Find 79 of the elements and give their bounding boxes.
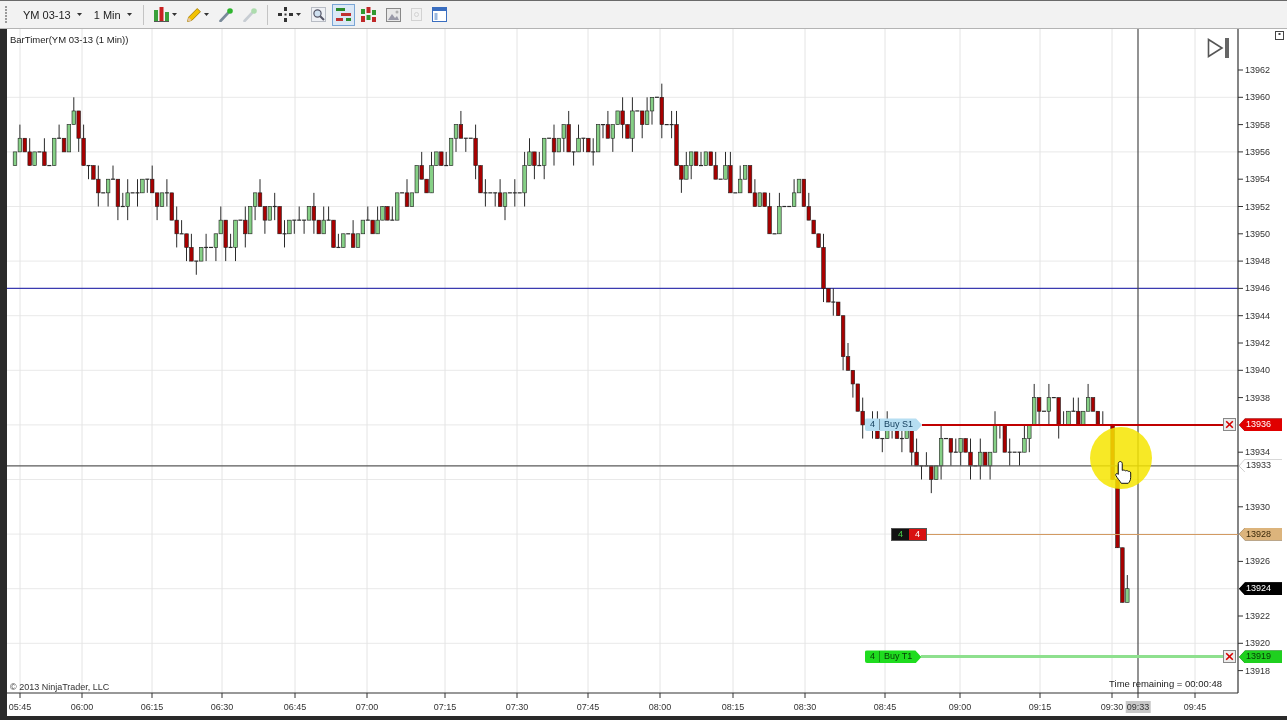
- grip-icon[interactable]: [5, 6, 8, 23]
- axis-label: 09:15: [1027, 701, 1053, 713]
- skip-end-icon[interactable]: [1207, 38, 1231, 58]
- indicator-label: BarTimer(YM 03-13 (1 Min)): [10, 34, 129, 45]
- axis-label: 08:30: [792, 701, 818, 713]
- square-icon[interactable]: [1275, 31, 1284, 40]
- axis-label: 06:30: [209, 701, 235, 713]
- axis-label: 06:00: [69, 701, 95, 713]
- position-value[interactable]: 4: [909, 528, 927, 540]
- axis-label: 13942: [1245, 337, 1271, 349]
- bar-chart-icon: [153, 7, 169, 22]
- axis-label: 09:33: [1125, 701, 1151, 713]
- axis-label: 08:45: [872, 701, 898, 713]
- axis-label: 06:15: [139, 701, 165, 713]
- price-marker: 13928: [1239, 527, 1282, 541]
- close-icon[interactable]: [1223, 418, 1236, 432]
- order-line[interactable]: [922, 423, 1223, 426]
- price-marker: 13919: [1239, 650, 1282, 664]
- axis-label: 09:30: [1099, 701, 1125, 713]
- axis-label: 13920: [1245, 637, 1271, 650]
- page-icon: [410, 8, 422, 21]
- caret-icon: [203, 13, 209, 16]
- axis-label: 13948: [1245, 255, 1271, 268]
- order-tag[interactable]: 4 Buy S1: [865, 418, 923, 432]
- copyright-text: © 2013 NinjaTrader, LLC: [10, 682, 110, 692]
- axis-label: 13950: [1245, 227, 1271, 240]
- axis-label: 13918: [1245, 664, 1271, 677]
- pin-icon: [242, 7, 257, 22]
- price-marker: 13936: [1239, 418, 1282, 432]
- price-marker: 13924: [1239, 582, 1282, 596]
- caret-icon: [126, 13, 132, 16]
- candles-icon: [360, 7, 376, 22]
- axis-label: 08:00: [647, 701, 673, 713]
- axis-label: 07:30: [504, 701, 530, 713]
- axis-label: 13946: [1245, 282, 1271, 295]
- caret-icon: [295, 13, 301, 16]
- axis-label: 13952: [1245, 200, 1271, 213]
- axis-label: 13926: [1245, 555, 1271, 568]
- interval-dropdown[interactable]: 1 Min: [88, 6, 137, 23]
- axis-label: 13944: [1245, 309, 1271, 322]
- caret-icon: [171, 13, 177, 16]
- timer-text: Time remaining = 00:00:48: [1109, 678, 1222, 689]
- axis-label: 07:15: [432, 701, 458, 713]
- pencil-icon: [186, 7, 201, 22]
- axis-label: 13956: [1245, 145, 1271, 158]
- axis-label: 08:15: [720, 701, 746, 713]
- axis-label: 09:00: [947, 701, 973, 713]
- trade-bars-icon: [335, 7, 351, 22]
- axis-label: 06:45: [282, 701, 308, 713]
- axis-label: 13930: [1245, 500, 1271, 513]
- axis-label: 13940: [1245, 364, 1271, 377]
- instrument-dropdown[interactable]: YM 03-13: [18, 6, 87, 23]
- axis-label: 13954: [1245, 173, 1271, 186]
- axis-label: 07:45: [575, 701, 601, 713]
- pin-icon: [218, 7, 233, 22]
- order-quantity: 4: [870, 418, 875, 432]
- axis-label: 09:45: [1182, 701, 1208, 713]
- image-icon: [385, 7, 401, 22]
- axis-label: 13960: [1245, 91, 1271, 104]
- order-label: Buy S1: [884, 418, 914, 432]
- order-label: Buy T1: [884, 650, 913, 664]
- window-icon: [431, 7, 447, 22]
- close-icon[interactable]: [1223, 650, 1236, 664]
- axis-label: 07:00: [354, 701, 380, 713]
- order-quantity: 4: [870, 650, 875, 664]
- order-tag[interactable]: 4 Buy T1: [865, 650, 922, 664]
- caret-icon: [76, 13, 82, 16]
- crosshair-icon: [277, 7, 293, 22]
- axis-label: 13958: [1245, 118, 1271, 131]
- cursor-highlight: [1090, 427, 1152, 489]
- axis-label: 13922: [1245, 610, 1271, 622]
- axis-label: 13934: [1245, 446, 1271, 459]
- axis-label: 05:45: [7, 701, 33, 713]
- position-quantity[interactable]: 4: [892, 528, 909, 540]
- hand-cursor-icon: [1115, 461, 1132, 484]
- toolbar-button[interactable]: [331, 3, 355, 26]
- axis-label: 13962: [1245, 64, 1271, 76]
- axis-label: 13938: [1245, 391, 1271, 404]
- magnifier-icon: [310, 7, 326, 22]
